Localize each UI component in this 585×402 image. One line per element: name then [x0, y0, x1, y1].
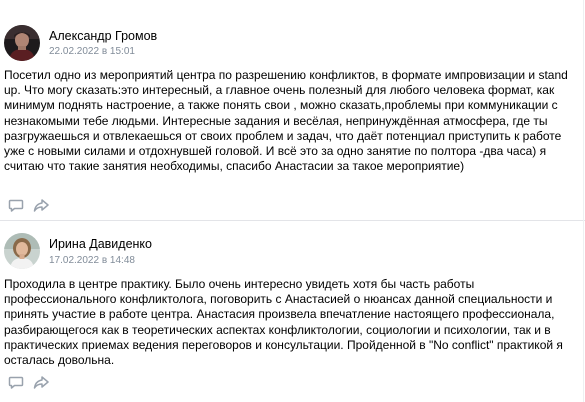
share-icon [33, 376, 49, 389]
share-button[interactable] [33, 197, 49, 213]
review-text: Посетил одно из мероприятий центра по ра… [4, 68, 568, 174]
avatar-photo-man [4, 25, 40, 61]
post-date[interactable]: 22.02.2022 в 15:01 [49, 46, 135, 57]
share-icon [33, 199, 49, 212]
review-actions [8, 374, 49, 390]
review-text: Проходила в центре практику. Было очень … [4, 277, 563, 368]
comment-icon [8, 199, 24, 212]
avatar-photo-woman [4, 233, 40, 269]
scroll-edge [583, 0, 584, 402]
review-card: Александр Громов 22.02.2022 в 15:01 Посе… [0, 0, 585, 220]
comment-icon [8, 376, 24, 389]
author-name[interactable]: Ирина Давиденко [49, 237, 152, 251]
review-card: Ирина Давиденко 17.02.2022 в 14:48 Прохо… [0, 221, 585, 402]
author-avatar[interactable] [4, 233, 40, 269]
review-actions [8, 197, 49, 213]
author-avatar[interactable] [4, 25, 40, 61]
author-name[interactable]: Александр Громов [49, 29, 157, 43]
post-date[interactable]: 17.02.2022 в 14:48 [49, 255, 135, 266]
comment-button[interactable] [8, 197, 24, 213]
comment-button[interactable] [8, 374, 24, 390]
share-button[interactable] [33, 374, 49, 390]
